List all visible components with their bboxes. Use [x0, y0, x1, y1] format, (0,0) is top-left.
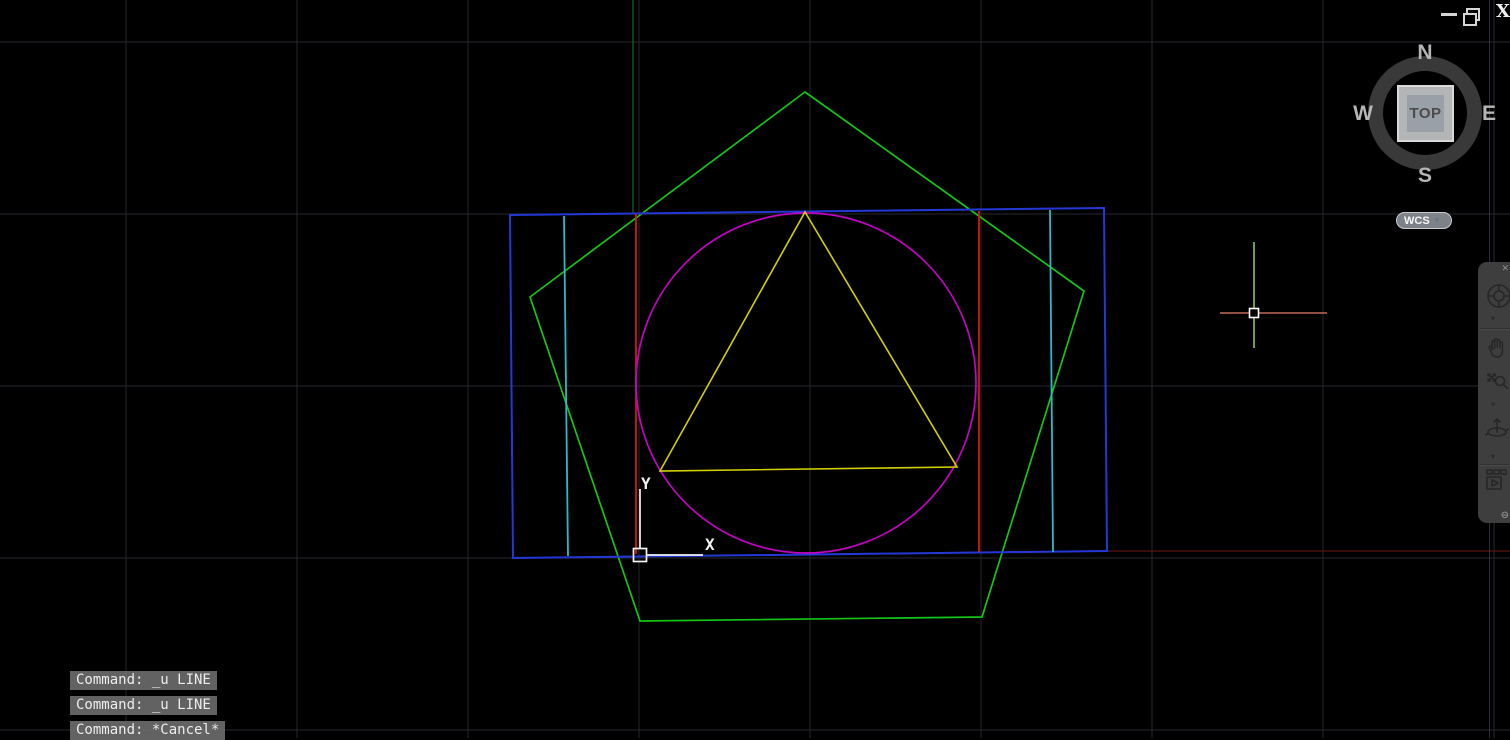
command-history-line: Command: *Cancel* — [70, 721, 226, 740]
compass-south[interactable]: S — [1412, 164, 1438, 188]
navigation-wheel-icon[interactable] — [1482, 282, 1510, 315]
ucs-x-label: X — [705, 535, 715, 554]
close-button[interactable]: X — [1494, 1, 1510, 23]
drawing-canvas[interactable]: YX — [0, 0, 1510, 738]
navbar-close-icon[interactable]: ✕ — [1501, 264, 1509, 274]
compass-east[interactable]: E — [1476, 102, 1502, 126]
orbit-icon[interactable] — [1482, 414, 1510, 447]
restore-button[interactable] — [1463, 8, 1480, 26]
navbar-separator — [1480, 464, 1510, 466]
line-entity-cyan[interactable] — [1049, 209, 1054, 553]
zoom-flyout-caret[interactable]: ▾ — [1491, 400, 1495, 409]
wcs-label: WCS — [1404, 214, 1430, 227]
showmotion-icon[interactable] — [1482, 468, 1510, 503]
pan-hand-icon[interactable] — [1482, 334, 1510, 367]
compass-north[interactable]: N — [1412, 41, 1438, 65]
command-history-line: Command: _u LINE — [70, 696, 217, 715]
navigation-bar: ✕ ▾ ▾ ▾ ⊖ — [1478, 262, 1510, 523]
app-window: { "titlebar": { "buttons": ["minimize", … — [0, 0, 1510, 740]
command-history-line: Command: _u LINE — [70, 671, 217, 690]
zoom-icon[interactable] — [1482, 366, 1510, 399]
navbar-collapse-icon[interactable]: ⊖ — [1501, 510, 1509, 521]
ucs-y-label: Y — [641, 474, 651, 493]
view-cube-top-face[interactable]: TOP — [1407, 95, 1444, 132]
compass-west[interactable]: W — [1350, 102, 1376, 126]
pentagon-entity[interactable] — [528, 90, 1085, 622]
minimize-button[interactable] — [1441, 13, 1457, 16]
crosshair-cursor — [1220, 242, 1327, 348]
orbit-flyout-caret[interactable]: ▾ — [1491, 452, 1495, 461]
grid-lines — [0, 0, 1510, 738]
chevron-down-icon: ▾ — [1434, 216, 1440, 226]
circle-entity-magenta[interactable] — [635, 212, 977, 554]
wcs-selector[interactable]: WCS ▾ — [1396, 212, 1452, 229]
wheel-flyout-caret[interactable]: ▾ — [1491, 314, 1495, 323]
pickbox — [1248, 307, 1260, 319]
view-cube[interactable]: TOP — [1397, 85, 1454, 142]
cad-entities[interactable] — [508, 90, 1109, 622]
navbar-separator — [1480, 328, 1510, 330]
